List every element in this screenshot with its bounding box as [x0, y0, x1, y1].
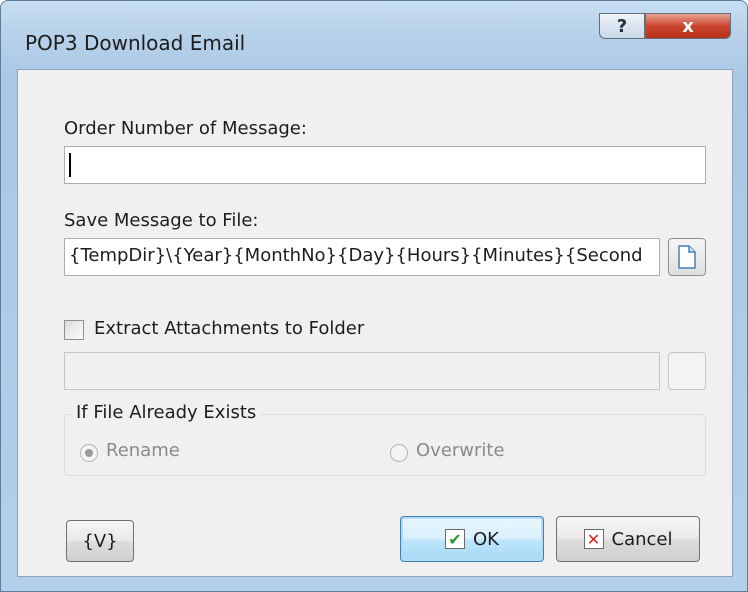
cancel-button[interactable]: ✕ Cancel — [556, 516, 700, 562]
variables-button[interactable]: {V} — [66, 520, 134, 562]
variables-button-label: {V} — [82, 530, 118, 552]
cancel-button-label: Cancel — [611, 528, 673, 550]
document-icon — [678, 245, 696, 269]
save-message-label: Save Message to File: — [64, 210, 259, 231]
close-button[interactable]: x — [645, 13, 731, 39]
overwrite-radio[interactable] — [390, 444, 408, 462]
x-icon: ✕ — [583, 529, 604, 549]
help-button[interactable]: ? — [599, 13, 645, 39]
dialog-client-area: Order Number of Message: Save Message to… — [17, 69, 733, 577]
checkmark-icon: ✔ — [445, 529, 465, 549]
text-caret — [69, 153, 71, 177]
overwrite-label: Overwrite — [416, 440, 505, 461]
if-file-exists-legend: If File Already Exists — [72, 402, 261, 423]
save-file-value: {TempDir}\{Year}{MonthNo}{Day}{Hours}{Mi… — [69, 245, 643, 266]
ok-button-label: OK — [473, 528, 499, 550]
order-number-input[interactable] — [64, 146, 706, 184]
order-number-label: Order Number of Message: — [64, 118, 307, 139]
ok-button[interactable]: ✔ OK — [400, 516, 544, 562]
save-file-input[interactable]: {TempDir}\{Year}{MonthNo}{Day}{Hours}{Mi… — [64, 238, 660, 276]
extract-attachments-label: Extract Attachments to Folder — [94, 318, 365, 339]
browse-folder-button[interactable] — [668, 352, 706, 390]
dialog-window: POP3 Download Email ? x Order Number of … — [0, 0, 748, 592]
extract-attachments-checkbox[interactable] — [64, 320, 84, 340]
rename-radio[interactable] — [80, 444, 98, 462]
attachments-folder-input[interactable] — [64, 352, 660, 390]
browse-file-button[interactable] — [668, 238, 706, 276]
window-title: POP3 Download Email — [25, 31, 246, 55]
radio-selected-dot — [85, 449, 93, 457]
rename-label: Rename — [106, 440, 180, 461]
